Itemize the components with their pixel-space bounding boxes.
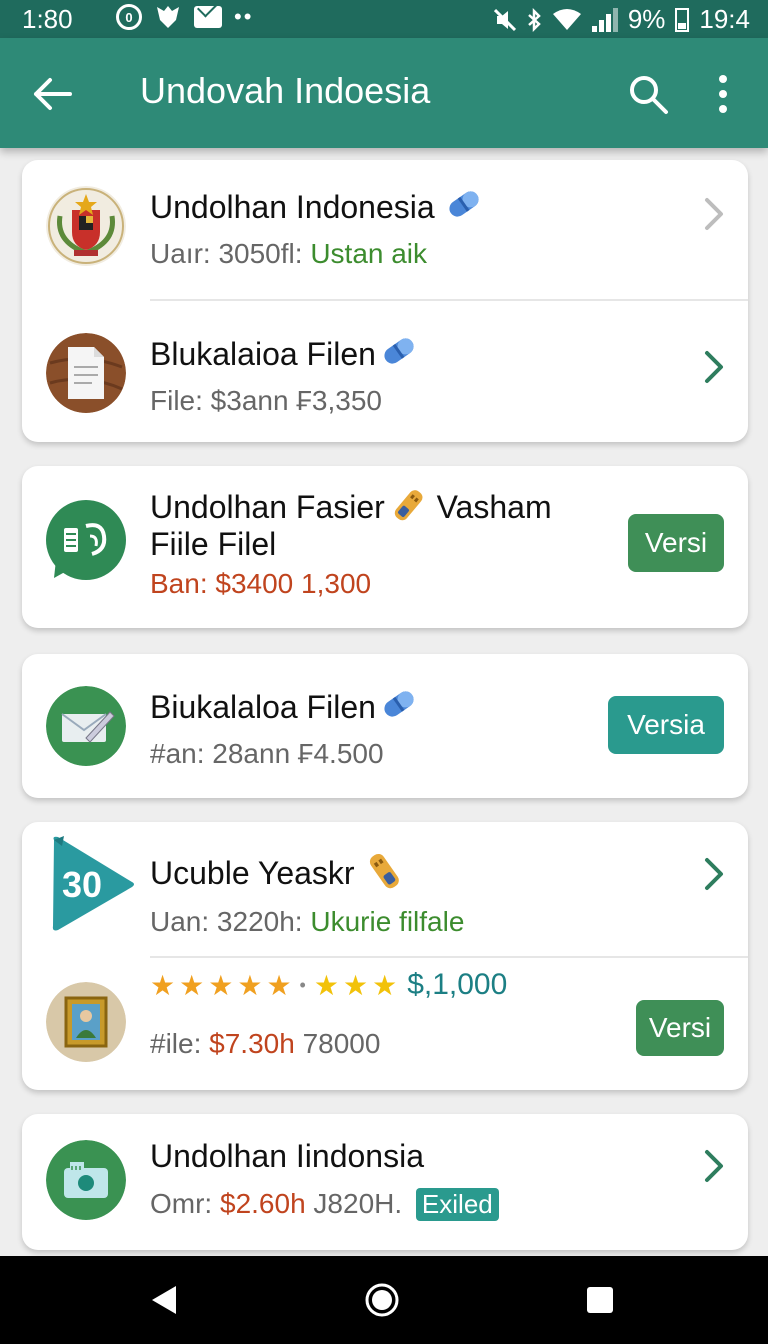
- shield-notification-icon: [157, 6, 179, 28]
- version-button[interactable]: Versi: [636, 1000, 724, 1056]
- chevron-right-icon[interactable]: [698, 347, 728, 387]
- envelope-pen-icon: [46, 686, 126, 766]
- app-notification-icon: 0: [116, 4, 142, 30]
- count-badge-text: 30: [62, 864, 103, 905]
- item-title: Undolhan Indonesia: [150, 186, 484, 226]
- coat-of-arms-icon: [46, 186, 126, 266]
- list-item[interactable]: Undolhan Indonesia Uaır: 3050fl: Ustan a…: [22, 160, 748, 300]
- star-icon: ★: [150, 969, 176, 1001]
- item-title: Biukalaloa Filen: [150, 686, 419, 726]
- app-bar: Undovah Indoesia: [0, 38, 768, 148]
- back-arrow-icon[interactable]: [30, 72, 74, 116]
- signal-icon: [591, 7, 618, 32]
- star-icon: ★: [342, 969, 369, 1001]
- more-vert-icon[interactable]: [708, 72, 738, 116]
- status-clock: 19:4: [699, 4, 750, 34]
- battery-percent: 9%: [627, 4, 666, 34]
- pill-icon: [449, 191, 479, 217]
- pill-icon: [384, 691, 414, 717]
- status-badge: Exiled: [415, 1188, 499, 1221]
- notification-icons: 0 ••: [116, 4, 253, 30]
- more-notifications-icon: ••: [234, 4, 254, 29]
- mute-icon: [493, 8, 516, 31]
- item-title: Undolhan Fasier Vasham Fiile Filel: [150, 486, 552, 562]
- item-subtitle: #ile: $7.30h 78000: [150, 1028, 381, 1059]
- price-text: $,1,000: [407, 968, 508, 1001]
- item-title: Undolhan Iindonsia: [150, 1138, 424, 1174]
- list-card-5[interactable]: Undolhan Iindonsia Omr: $2.60h J820H. Ex…: [22, 1114, 748, 1250]
- item-title: Blukalaioa Filen: [150, 333, 419, 373]
- chevron-right-icon[interactable]: [698, 854, 728, 894]
- chevron-right-icon[interactable]: [698, 1146, 728, 1186]
- list-card-3[interactable]: Biukalaloa Filen #an: 28ann ₣4.500 Versi…: [22, 654, 748, 798]
- star-icon: ★: [208, 969, 234, 1001]
- star-icon: ★: [372, 969, 398, 1001]
- chevron-right-icon[interactable]: [698, 194, 728, 234]
- battery-icon: [675, 7, 690, 32]
- chat-bubble-icon: [46, 500, 126, 580]
- mail-icon: [194, 6, 222, 28]
- item-subtitle: Uaır: 3050fl: Ustan aik: [150, 238, 428, 269]
- version-button[interactable]: Versi: [628, 514, 724, 572]
- wifi-icon: [552, 8, 581, 30]
- rating-row: ★ ★ ★ ★ ★ • ★ ★ ★ $,1,000: [150, 968, 507, 1002]
- nav-back-icon[interactable]: [146, 1282, 182, 1318]
- list-item[interactable]: 30 Ucuble Yeaskr Uan: 3220h: Ukurie filf…: [22, 822, 748, 956]
- separator-dot: •: [299, 974, 306, 995]
- navigation-bar: [0, 1256, 768, 1344]
- star-icon: ★: [237, 969, 263, 1001]
- status-right: 9% 19:4: [493, 4, 750, 35]
- item-subtitle: Omr: $2.60h J820H. Exiled: [150, 1188, 499, 1221]
- pill-icon: [384, 338, 414, 364]
- star-icon: ★: [266, 969, 292, 1001]
- list-card-2[interactable]: Undolhan Fasier Vasham Fiile Filel Ban: …: [22, 466, 748, 628]
- item-subtitle: Uan: 3220h: Ukurie filfale: [150, 906, 465, 937]
- page-title: Undovah Indoesia: [140, 70, 431, 111]
- list-item[interactable]: Blukalaioa Filen File: $3ann ₣3,350: [22, 301, 748, 442]
- item-subtitle: Ban: $3400 1,300: [150, 568, 372, 599]
- item-title: Ucuble Yeaskr: [150, 850, 407, 894]
- nav-recents-icon[interactable]: [584, 1284, 616, 1316]
- usb-icon: [394, 490, 423, 521]
- star-icon: ★: [313, 969, 339, 1001]
- document-icon: [46, 333, 126, 413]
- camera-icon: [46, 1140, 126, 1220]
- search-icon[interactable]: [626, 72, 670, 116]
- nav-home-icon[interactable]: [364, 1282, 400, 1318]
- portrait-frame-icon: [46, 982, 126, 1062]
- status-time: 1:80: [22, 4, 73, 34]
- list-item[interactable]: ★ ★ ★ ★ ★ • ★ ★ ★ $,1,000 #ile: $7.30h 7…: [22, 958, 748, 1090]
- star-icon: ★: [179, 969, 205, 1001]
- list-card-1: Undolhan Indonesia Uaır: 3050fl: Ustan a…: [22, 160, 748, 442]
- bluetooth-icon: [527, 7, 541, 32]
- item-subtitle: #an: 28ann ₣4.500: [150, 738, 384, 769]
- version-button[interactable]: Versia: [608, 696, 724, 754]
- list-card-4: 30 Ucuble Yeaskr Uan: 3220h: Ukurie filf…: [22, 822, 748, 1090]
- item-subtitle: File: $3ann ₣3,350: [150, 385, 382, 416]
- usb-icon: [370, 853, 400, 889]
- status-bar: 1:80 0 •• 9% 19:4: [0, 0, 768, 38]
